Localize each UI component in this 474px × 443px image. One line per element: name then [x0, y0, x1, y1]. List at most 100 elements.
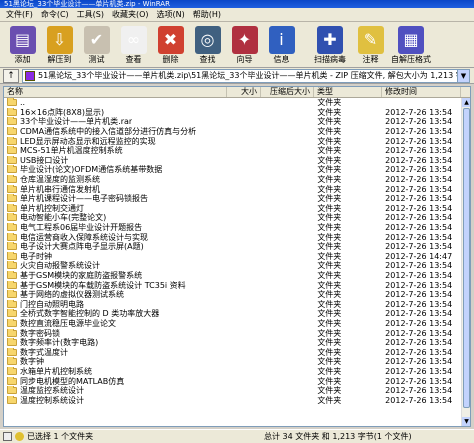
file-modified: 2012-7-26 13:54 — [385, 261, 453, 271]
toolbar-button-sfx[interactable]: ▦ 自解压格式 — [389, 22, 433, 66]
toolbar-button-comment[interactable]: ✎ 注释 — [352, 22, 389, 66]
menu-item[interactable]: 选项(N) — [153, 8, 189, 22]
up-folder-button[interactable]: ↑ — [3, 68, 19, 83]
table-row[interactable]: 同步电机模型的MATLAB仿真 文件夹 2012-7-26 13:54 — [4, 376, 461, 386]
toolbar-button-find-binoculars[interactable]: ◎ 查找 — [189, 22, 226, 66]
folder-icon — [7, 395, 17, 404]
file-rows: .. 文件夹 16×16点阵(8X8)显示) 文件夹 2012-7-26 13:54 33… — [4, 98, 461, 405]
table-row[interactable]: 门控自动照明电路 文件夹 2012-7-26 13:54 — [4, 299, 461, 309]
table-row[interactable]: 电子时钟 文件夹 2012-7-26 14:47 — [4, 251, 461, 262]
table-row[interactable]: 电信运营商收入保障系统设计与实现 文件夹 2012-7-26 13:54 — [4, 232, 461, 242]
folder-icon — [7, 318, 17, 327]
file-name: .. — [20, 98, 26, 108]
table-row[interactable]: CDMA通信系统中的接入信道部分进行仿真与分析 文件夹 2012-7-26 13:5… — [4, 127, 461, 137]
virus-scan-icon: ✚ — [317, 26, 343, 54]
folder-icon — [7, 261, 17, 270]
toolbar-label: 解压到 — [47, 55, 72, 64]
menu-item[interactable]: 帮助(H) — [189, 8, 225, 22]
table-row[interactable]: 火灾自动报警系统设计 文件夹 2012-7-26 13:54 — [4, 261, 461, 271]
table-row[interactable]: 数字式温度计 文件夹 2012-7-26 13:54 — [4, 347, 461, 357]
file-name-cell: 温度监控系统设计 — [4, 386, 227, 395]
table-row[interactable]: 电动智能小车(完整论文) 文件夹 2012-7-26 13:54 — [4, 213, 461, 223]
table-row[interactable]: 温度监控系统设计 文件夹 2012-7-26 13:54 — [4, 386, 461, 396]
file-name-cell: LED显示屏动态显示和远程监控的实现 — [4, 136, 227, 146]
menu-item[interactable]: 收藏夹(O) — [108, 8, 153, 22]
table-row[interactable]: 单片机串行通信发射机 文件夹 2012-7-26 13:54 — [4, 184, 461, 194]
toolbar-label: 查看 — [125, 55, 142, 64]
file-name: 16×16点阵(8X8)显示) — [20, 107, 105, 117]
table-row[interactable]: 数控直流稳压电源毕业论文 文件夹 2012-7-26 13:54 — [4, 318, 461, 329]
toolbar-button-view-glasses[interactable]: ∞ 查看 — [115, 22, 152, 66]
toolbar-button-wizard[interactable]: ✦ 向导 — [226, 22, 263, 66]
table-row[interactable]: 数字钟 文件夹 2012-7-26 13:54 — [4, 357, 461, 367]
toolbar-button-add-books[interactable]: ▤ 添加 — [4, 22, 41, 66]
file-modified: 2012-7-26 13:54 — [385, 395, 453, 405]
folder-icon — [7, 357, 17, 366]
file-modified: 2012-7-26 13:54 — [385, 136, 453, 146]
file-name: 电子设计大赛点阵电子显示屏(A题) — [20, 242, 144, 252]
file-name: 数字式温度计 — [20, 347, 68, 357]
scroll-up-arrow-icon[interactable]: ▲ — [462, 98, 470, 107]
table-row[interactable]: 单片机控制交通灯 文件夹 2012-7-26 13:54 — [4, 203, 461, 214]
file-list[interactable]: 名称 大小 压缩后大小 类型 修改时间 .. 文件夹 16×16点阵(8X8)显示)… — [3, 86, 471, 427]
menu-item[interactable]: 文件(F) — [2, 8, 37, 22]
column-name-header[interactable]: 名称 — [4, 87, 227, 97]
file-name-cell: 全桥式数字智能控制的 D 类功率放大器 — [4, 309, 227, 318]
table-row[interactable]: 单片机课程设计——电子密码锁报告 文件夹 2012-7-26 13:54 — [4, 194, 461, 204]
folder-icon — [7, 232, 17, 241]
delete-icon: ✖ — [157, 26, 184, 54]
table-row[interactable]: 仓库温湿度的监测系统 文件夹 2012-7-26 13:54 — [4, 175, 461, 185]
table-row[interactable]: LED显示屏动态显示和远程监控的实现 文件夹 2012-7-26 13:54 — [4, 136, 461, 146]
table-row[interactable]: .. 文件夹 — [4, 98, 461, 108]
scrollbar-thumb[interactable] — [463, 108, 470, 408]
folder-icon — [7, 242, 17, 251]
table-row[interactable]: USB接口设计 文件夹 2012-7-26 13:54 — [4, 155, 461, 166]
table-row[interactable]: 电子设计大赛点阵电子显示屏(A题) 文件夹 2012-7-26 13:54 — [4, 242, 461, 252]
column-packed-header[interactable]: 压缩后大小 — [261, 87, 314, 97]
toolbar-label: 向导 — [236, 55, 253, 64]
table-row[interactable]: 全桥式数字智能控制的 D 类功率放大器 文件夹 2012-7-26 13:54 — [4, 309, 461, 319]
folder-icon — [7, 328, 17, 337]
toolbar-button-info[interactable]: i 信息 — [263, 22, 300, 66]
file-modified: 2012-7-26 13:54 — [385, 347, 453, 357]
file-name: 温度控制系统设计 — [20, 395, 84, 405]
table-row[interactable]: 16×16点阵(8X8)显示) 文件夹 2012-7-26 13:54 — [4, 107, 461, 118]
table-row[interactable]: 电气工程系06届毕业设计开题报告 文件夹 2012-7-26 13:54 — [4, 223, 461, 233]
column-size-header[interactable]: 大小 — [227, 87, 261, 97]
toolbar-button-delete[interactable]: ✖ 删除 — [152, 22, 189, 66]
table-row[interactable]: MCS-51单片机温度控制系统 文件夹 2012-7-26 13:54 — [4, 146, 461, 156]
table-row[interactable]: 毕业设计(论文)OFDM通信系统基带数据 文件夹 2012-7-26 13:54 — [4, 165, 461, 175]
vertical-scrollbar[interactable]: ▲ ▼ — [461, 98, 470, 426]
file-name: 数字频率计(数字电路) — [20, 338, 99, 348]
menu-item[interactable]: 命令(C) — [37, 8, 73, 22]
file-modified: 2012-7-26 13:54 — [385, 203, 453, 213]
toolbar-label: 扫描病毒 — [314, 55, 346, 64]
table-row[interactable]: 水箱单片机控制系统 文件夹 2012-7-26 13:54 — [4, 366, 461, 377]
toolbar-button-extract-to[interactable]: ⇩ 解压到 — [41, 22, 78, 66]
chevron-down-icon[interactable]: ▼ — [457, 69, 469, 82]
file-modified: 2012-7-26 13:54 — [385, 194, 453, 204]
file-name: 单片机课程设计——电子密码锁报告 — [20, 194, 148, 204]
table-row[interactable]: 数字密码锁 文件夹 2012-7-26 13:54 — [4, 328, 461, 338]
file-name-cell: 数字密码锁 — [4, 328, 227, 338]
find-binoculars-icon: ◎ — [194, 26, 221, 54]
folder-icon — [7, 98, 17, 107]
menu-item[interactable]: 工具(S) — [73, 8, 108, 22]
file-modified: 2012-7-26 13:54 — [385, 146, 453, 156]
table-row[interactable]: 基于GSM模块的家庭防盗报警系统 文件夹 2012-7-26 13:54 — [4, 270, 461, 281]
address-field[interactable]: 51黑论坛_33个毕业设计——单片机类.zip\51黑论坛_33个毕业设计——单… — [22, 68, 470, 83]
file-name: 水箱单片机控制系统 — [20, 366, 92, 376]
folder-icon — [7, 127, 17, 136]
table-row[interactable]: 温度控制系统设计 文件夹 2012-7-26 13:54 — [4, 395, 461, 405]
table-row[interactable]: 数字频率计(数字电路) 文件夹 2012-7-26 13:54 — [4, 338, 461, 348]
folder-icon — [7, 366, 17, 375]
toolbar-button-test-check[interactable]: ✔ 测试 — [78, 22, 115, 66]
column-modified-header[interactable]: 修改时间 — [382, 87, 461, 97]
column-type-header[interactable]: 类型 — [314, 87, 382, 97]
table-row[interactable]: 基于网络的虚拟仪器测试系统 文件夹 2012-7-26 13:54 — [4, 290, 461, 300]
table-row[interactable]: 基于GSM模块的车载防盗系统设计 TC35i 资料 文件夹 2012-7-26 13… — [4, 280, 461, 290]
toolbar-button-virus-scan[interactable]: ✚ 扫描病毒 — [308, 22, 352, 66]
table-row[interactable]: 33个毕业设计——单片机类.rar 文件夹 2012-7-26 13:54 — [4, 117, 461, 127]
file-name-cell: 仓库温湿度的监测系统 — [4, 175, 227, 184]
scroll-down-arrow-icon[interactable]: ▼ — [462, 417, 470, 426]
